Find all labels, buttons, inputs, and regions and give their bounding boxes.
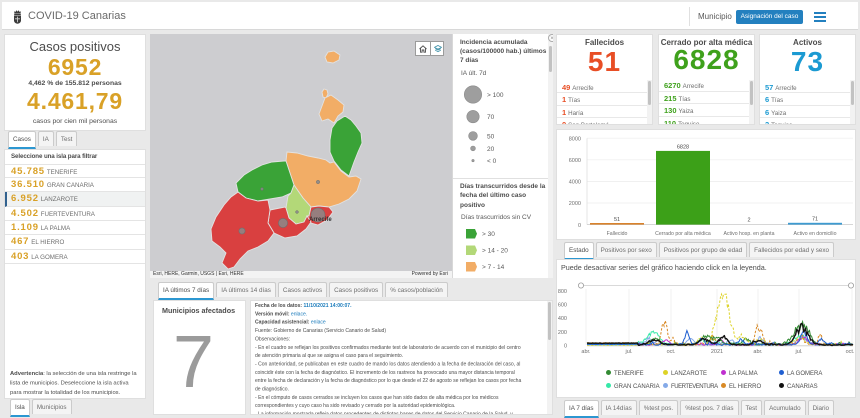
svg-text:> 7 - 14: > 7 - 14 [482,264,505,271]
svg-text:200: 200 [558,330,567,336]
svg-text:50: 50 [487,133,495,140]
svg-text:Activo en domicilio: Activo en domicilio [794,231,837,237]
svg-text:> 100: > 100 [487,92,504,99]
svg-text:< 0: < 0 [487,158,497,165]
svg-text:71: 71 [812,217,818,223]
svg-text:abr.: abr. [753,349,763,355]
svg-text:2021: 2021 [711,349,723,355]
svg-text:2000: 2000 [569,201,581,207]
svg-text:oct.: oct. [846,349,855,355]
svg-text:70: 70 [487,114,495,121]
svg-text:Arrecife: Arrecife [309,217,332,223]
svg-text:8000: 8000 [569,136,581,142]
svg-text:600: 600 [558,303,567,309]
svg-text:20: 20 [487,146,495,153]
svg-text:oct.: oct. [667,349,676,355]
svg-text:Cerrado por alta médica: Cerrado por alta médica [655,231,711,237]
svg-text:jul.: jul. [794,349,803,355]
svg-text:2: 2 [747,218,750,224]
svg-text:4000: 4000 [569,180,581,186]
svg-text:6000: 6000 [569,158,581,164]
svg-text:Activo hosp. en planta: Activo hosp. en planta [723,231,774,237]
svg-text:> 14 - 20: > 14 - 20 [482,248,508,255]
svg-text:0: 0 [564,343,567,349]
svg-text:Fallecido: Fallecido [607,231,628,237]
svg-text:abr.: abr. [581,349,591,355]
svg-text:6828: 6828 [677,144,689,150]
svg-text:51: 51 [614,217,620,223]
svg-text:800: 800 [558,289,567,295]
svg-text:jul.: jul. [624,349,633,355]
svg-text:400: 400 [558,316,567,322]
svg-text:0: 0 [578,223,581,229]
svg-text:> 30: > 30 [482,231,495,238]
